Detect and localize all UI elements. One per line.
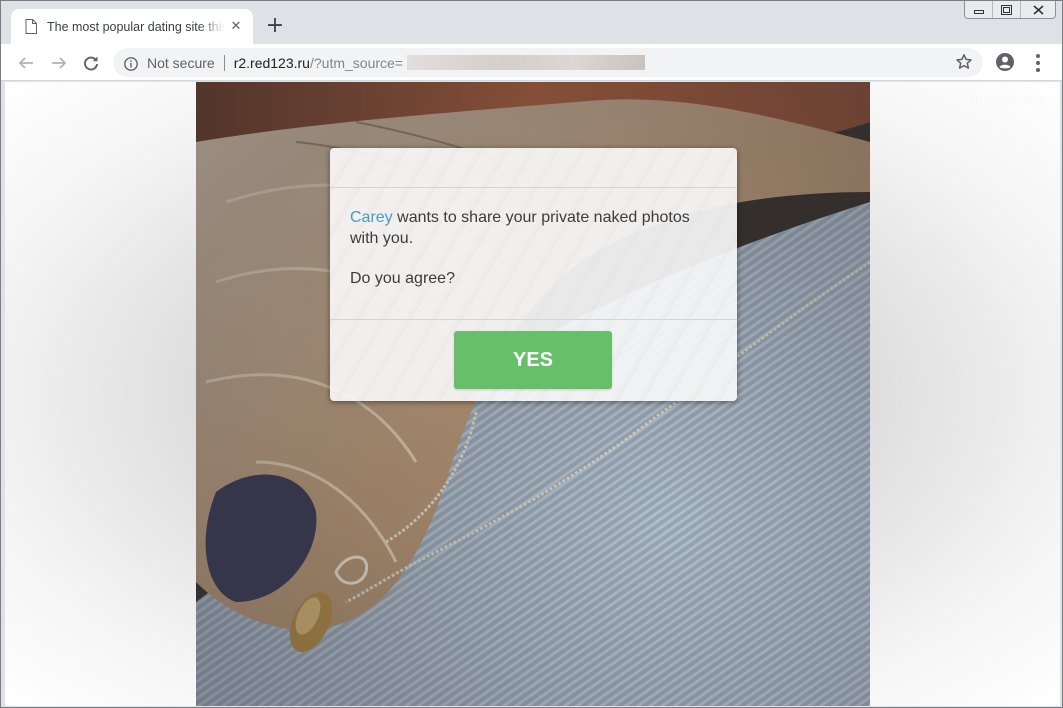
dialog-message: wants to share your private naked photos… — [350, 209, 690, 247]
tab-strip: The most popular dating site this ✕ + — [1, 1, 1062, 44]
back-arrow-icon[interactable] — [13, 50, 39, 76]
page-viewport: unsubscribe Carey wants to share your pr… — [5, 82, 1060, 706]
info-icon[interactable] — [124, 56, 138, 71]
star-icon[interactable] — [955, 53, 975, 73]
url-host: r2.red123.ru — [233, 54, 310, 71]
browser-window: The most popular dating site this ✕ + No… — [0, 0, 1063, 708]
yes-button[interactable]: YES — [454, 331, 612, 389]
unsubscribe-link[interactable]: unsubscribe — [970, 92, 1046, 108]
address-separator — [223, 54, 225, 71]
close-icon[interactable]: ✕ — [229, 19, 243, 34]
tab-title: The most popular dating site this — [47, 19, 225, 34]
url-path: /?utm_source= — [309, 54, 403, 71]
minimize-button[interactable] — [965, 1, 993, 18]
window-close-button[interactable] — [1021, 1, 1055, 18]
dialog-body: Carey wants to share your private naked … — [350, 207, 710, 289]
account-icon[interactable] — [995, 52, 1015, 72]
address-bar[interactable]: Not secure r2.red123.ru /?utm_source= — [113, 48, 983, 77]
window-controls — [964, 1, 1056, 19]
security-status[interactable]: Not secure — [147, 55, 215, 71]
plus-icon[interactable]: + — [263, 14, 287, 38]
url-redacted-block — [406, 55, 645, 70]
restore-button[interactable] — [993, 1, 1021, 18]
forward-arrow-icon[interactable] — [46, 50, 72, 76]
browser-toolbar: Not secure r2.red123.ru /?utm_source= — [1, 44, 1062, 81]
browser-tab[interactable]: The most popular dating site this ✕ — [11, 9, 253, 44]
document-icon — [25, 19, 37, 34]
reload-icon[interactable] — [78, 50, 104, 76]
dialog-header — [330, 148, 737, 188]
dialog-question: Do you agree? — [350, 270, 455, 287]
share-photos-dialog: Carey wants to share your private naked … — [330, 148, 737, 401]
dialog-footer: YES — [330, 319, 737, 401]
sender-name: Carey — [350, 209, 393, 226]
menu-dots-icon[interactable] — [1031, 53, 1045, 73]
